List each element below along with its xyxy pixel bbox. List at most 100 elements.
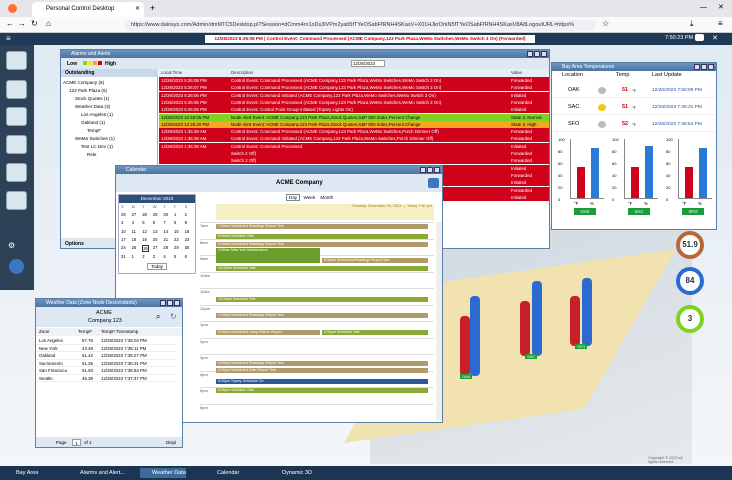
day-cell[interactable]: 25 (132, 245, 137, 250)
download-icon[interactable]: ⤓ (690, 19, 694, 29)
start-orb-icon[interactable] (9, 259, 24, 274)
tab-month[interactable]: Month (318, 195, 335, 200)
task-alarms[interactable]: Alarms and Alert... (68, 468, 125, 478)
column-header[interactable]: Zone (39, 328, 49, 336)
day-cell[interactable]: 23 (185, 237, 190, 242)
settings-icon[interactable]: ⚙ (8, 241, 15, 250)
forward-icon[interactable]: → (18, 19, 26, 28)
day-cell[interactable]: 13 (153, 229, 158, 234)
alarm-row[interactable]: Switch 2 Off) Forwarded (159, 157, 549, 165)
day-cell[interactable]: 28 (142, 212, 147, 217)
user-icon[interactable] (6, 80, 27, 99)
day-cell[interactable]: 3 (121, 220, 123, 225)
tree-node[interactable]: Los Angeles (1) (81, 112, 113, 117)
alarm-row[interactable]: 12/26/2023 1:35:39 AM Control Event: Comm… (159, 128, 549, 136)
day-cell[interactable]: 12 (142, 229, 147, 234)
day-cell[interactable]: 10 (121, 229, 126, 234)
back-icon[interactable]: ← (6, 19, 14, 28)
day-cell[interactable]: 26 (121, 212, 126, 217)
home-icon[interactable]: ⌂ (46, 19, 51, 28)
task-weather[interactable]: Weather Data (140, 468, 186, 478)
day-cell[interactable]: 17 (121, 237, 126, 242)
shield-icon[interactable] (6, 191, 27, 210)
day-cell[interactable]: 4 (163, 254, 165, 259)
day-cell[interactable]: 4 (132, 220, 134, 225)
window-buttons[interactable] (526, 51, 547, 57)
calendar-event[interactable]: 7:00am Scheduled Readings Report Test (216, 224, 428, 229)
page-input[interactable]: 1 (72, 439, 81, 446)
day-cell[interactable]: 21 (163, 237, 168, 242)
alarms-titlebar[interactable]: Alarms and Alerts (61, 50, 549, 58)
day-cell[interactable]: 16 (185, 229, 190, 234)
day-cell[interactable]: 24 (121, 245, 126, 250)
day-cell[interactable]: 14 (163, 229, 168, 234)
weather-row[interactable]: Seattle 45.39 12/26/2023 7:37:47 PM (36, 375, 176, 382)
day-cell[interactable]: 28 (163, 245, 168, 250)
day-cell[interactable]: 9 (185, 220, 187, 225)
day-cell[interactable]: 31 (121, 254, 126, 259)
event-ticker[interactable]: 12/26/2023 6:26:08 PM | Control Event: C… (205, 35, 535, 43)
firefox-icon[interactable] (8, 4, 17, 13)
weather-titlebar[interactable]: Weather Data (Zone Node Descendants) (36, 299, 182, 307)
weather-window[interactable]: Weather Data (Zone Node Descendants) ACM… (35, 298, 183, 448)
day-cell[interactable]: 27 (153, 245, 158, 250)
window-buttons[interactable] (693, 64, 714, 70)
day-cell[interactable]: 1 (132, 254, 134, 259)
column-header[interactable]: TempF.Timestamp (101, 328, 138, 336)
gauge-icon[interactable] (6, 163, 27, 182)
bay-titlebar[interactable]: Bay Area Temperatures (552, 63, 716, 71)
calendar-event[interactable]: 12:00pm Schedule Test (216, 297, 428, 302)
close-window-icon[interactable]: ✕ (718, 3, 724, 11)
alarm-row[interactable]: 12/26/2023 12:25:20 PM Node Alert Event: … (159, 120, 549, 128)
url-input[interactable]: https://www.dalosys.com/Admin/dmMTC5Desk… (125, 20, 595, 31)
tree-node[interactable]: Stock Quotes (1) (75, 96, 109, 101)
weather-row[interactable]: Sacramento 51.26 12/26/2023 7:36:31 PM (36, 360, 176, 367)
weather-row[interactable]: New York 43.48 12/26/2023 7:35:11 PM (36, 345, 176, 352)
day-cell[interactable]: 6 (153, 220, 155, 225)
alarm-row[interactable]: 12/26/2023 5:26:05 PM Control Event: Cont… (159, 106, 549, 114)
app-menu-icon[interactable]: ≡ (6, 34, 11, 43)
refresh-icon[interactable]: ↻ (170, 312, 177, 321)
calendar-event[interactable]: 9:00am Scheduled Readings Report Test (216, 242, 428, 247)
day-cell[interactable]: 29 (174, 245, 179, 250)
weather-row[interactable]: San Francisco 51.93 12/26/2023 7:36:54 PM (36, 367, 176, 375)
calendar-event[interactable]: 5:00pm Topary Schedule On (216, 379, 428, 384)
alarm-row[interactable]: 12/26/2023 12:40:05 PM Node Alert Event: … (159, 113, 549, 121)
day-cell[interactable]: 27 (132, 212, 137, 217)
alarm-row[interactable]: 12/26/2023 5:26:08 PM Control Event: Comm… (159, 77, 549, 84)
task-bay-area[interactable]: Bay Area (4, 468, 38, 478)
day-cell[interactable]: 22 (174, 237, 179, 242)
alarm-row[interactable]: Switch 2 Off) Forwarded (159, 150, 549, 157)
day-cell[interactable]: 26 (142, 245, 149, 253)
day-cell[interactable]: 11 (132, 229, 136, 234)
weather-row[interactable]: Los Angeles 57.76 12/26/2023 7:36:04 PM (36, 337, 176, 345)
minimize-window-icon[interactable]: — (700, 4, 707, 11)
calendar-event[interactable]: 6:00pm Schedule Test (216, 388, 428, 393)
calendar-titlebar[interactable]: Calendar (116, 166, 442, 174)
tree-node[interactable]: Weather Data (3) (75, 104, 110, 109)
close-tab-icon[interactable]: ✕ (135, 2, 140, 17)
day-cell[interactable]: 30 (185, 245, 190, 250)
calendar-event[interactable]: 4:00pm Scheduled Readings Report Test (216, 361, 428, 366)
day-cell[interactable]: 5 (142, 220, 144, 225)
column-header[interactable]: Local Time (161, 69, 182, 76)
alarm-row[interactable]: 12/26/2023 1:35:39 AM Control Event: Comm… (159, 142, 549, 150)
app-close-icon[interactable]: ✕ (712, 34, 718, 42)
severity-swatch-red[interactable] (98, 61, 102, 65)
mini-month[interactable]: December 2023 (119, 195, 195, 203)
date-picker[interactable]: 12/26/2023 (351, 60, 385, 67)
calendar-event[interactable]: 2:00pm Scheduled Lamp Failure Report (216, 330, 320, 335)
column-header[interactable]: Value (511, 69, 522, 76)
globe-icon[interactable] (6, 107, 27, 126)
day-cell[interactable]: 3 (153, 254, 155, 259)
browser-tab[interactable]: Personal Control Desktop ✕ (32, 2, 144, 17)
day-cell[interactable]: 30 (163, 212, 168, 217)
tree-node[interactable]: 123 Park Plaza (6) (69, 88, 107, 93)
day-cell[interactable]: 29 (153, 212, 158, 217)
tree-node[interactable]: Oakland (1) (81, 120, 105, 125)
tree-node[interactable]: Test LC Dev (1) (81, 144, 113, 149)
column-header[interactable]: TempF (78, 328, 92, 336)
info-icon[interactable] (6, 135, 27, 154)
alarm-row[interactable]: 12/26/2023 5:26:07 PM Control Event: Comm… (159, 84, 549, 92)
today-button[interactable]: Today (147, 263, 168, 270)
